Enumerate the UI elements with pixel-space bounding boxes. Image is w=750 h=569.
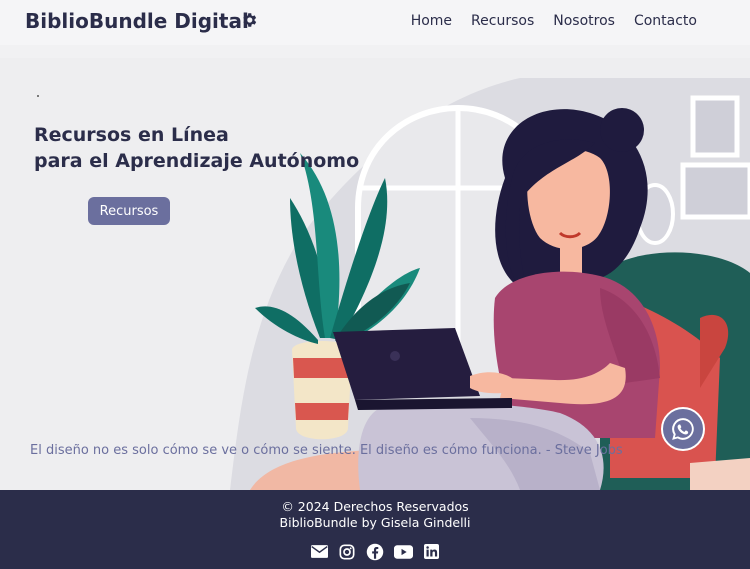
nav-contacto[interactable]: Contacto (634, 13, 697, 29)
hero-title: Recursos en Línea para el Aprendizaje Au… (34, 122, 359, 174)
dot-marker (37, 95, 39, 97)
nav-nosotros[interactable]: Nosotros (553, 13, 615, 29)
social-links (0, 542, 750, 561)
steve-jobs-quote: El diseño no es solo cómo se ve o cómo s… (30, 443, 623, 458)
facebook-icon[interactable] (366, 542, 385, 561)
recursos-button[interactable]: Recursos (88, 197, 170, 225)
brand-title[interactable]: BiblioBundle Digital (25, 9, 249, 33)
email-icon[interactable] (310, 542, 329, 561)
site-footer: © 2024 Derechos Reservados BiblioBundle … (0, 490, 750, 569)
main-nav: Home Recursos Nosotros Contacto (411, 13, 697, 29)
top-header: BiblioBundle Digital Home Recursos Nosot… (0, 0, 750, 45)
youtube-icon[interactable] (393, 542, 413, 561)
hero-title-line-1: Recursos en Línea (34, 124, 229, 146)
credit-text: BiblioBundle by Gisela Gindelli (279, 515, 471, 530)
nav-home[interactable]: Home (411, 13, 452, 29)
hero-section: Recursos en Línea para el Aprendizaje Au… (0, 58, 750, 490)
linkedin-icon[interactable] (422, 542, 441, 561)
nav-recursos[interactable]: Recursos (471, 13, 534, 29)
hero-title-line-2: para el Aprendizaje Autónomo (34, 150, 360, 172)
instagram-icon[interactable] (338, 542, 357, 561)
gear-icon[interactable] (240, 11, 258, 29)
whatsapp-icon[interactable] (661, 407, 705, 451)
copyright-text: © 2024 Derechos Reservados (281, 499, 469, 514)
